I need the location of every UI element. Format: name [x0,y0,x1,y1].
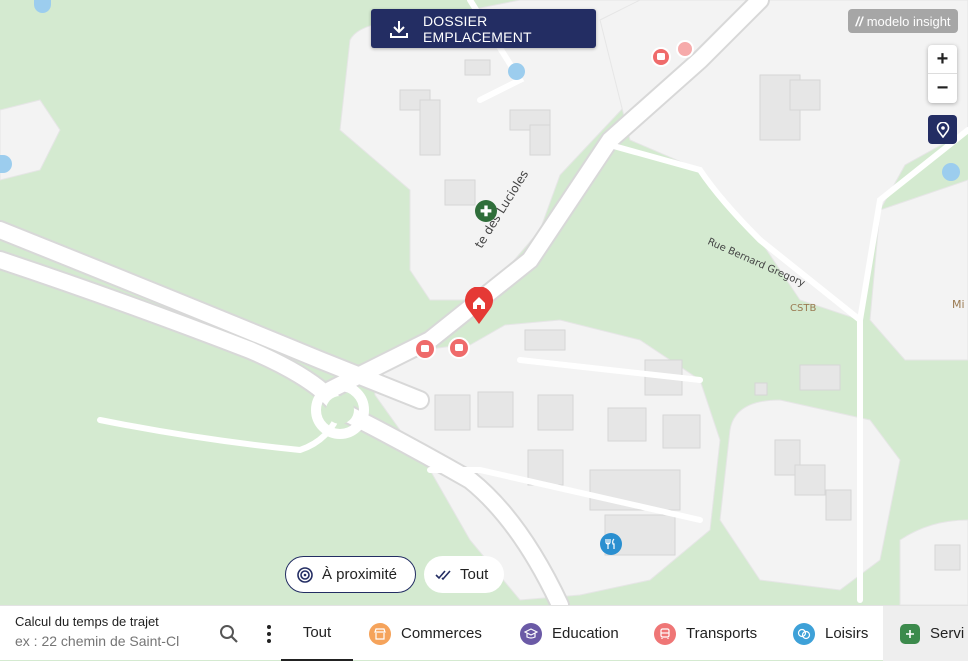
tab-commerces[interactable]: Commerces [369,606,482,661]
target-icon [297,566,313,583]
zoom-out-button[interactable]: − [928,74,957,103]
pharmacy-icon[interactable]: ✚ [475,200,497,222]
tab-label: Education [552,625,619,642]
tab-label: Tout [302,624,332,641]
tab-label: Transports [686,625,758,642]
brand-logo: // modelo insight [848,9,958,33]
theater-masks-icon [793,622,815,645]
download-dossier-label: DOSSIER EMPLACEMENT [423,12,532,45]
all-filter-label: Tout [460,566,489,583]
tab-transports[interactable]: Transports [654,606,757,661]
faded-poi-icon[interactable] [942,163,960,181]
bus-stop-icon[interactable] [676,40,694,58]
faded-poi-icon[interactable] [508,63,525,80]
tab-label: Loisirs [825,625,869,642]
place-label-mi: Mi [952,298,965,311]
search-icon [220,625,238,643]
proximity-filter-button[interactable]: À proximité [285,556,416,593]
vertical-dots-icon [267,625,271,643]
graduation-cap-icon [520,622,542,645]
more-options-button[interactable] [264,624,274,644]
brand-name: modelo insight [866,13,951,29]
zoom-control: + − [928,45,957,103]
download-dossier-button[interactable]: DOSSIER EMPLACEMENT [371,9,596,48]
shop-icon [369,622,391,645]
plus-square-icon [900,623,920,644]
tab-education[interactable]: Education [520,606,619,661]
tab-services[interactable]: Servi [883,606,968,661]
zoom-in-button[interactable]: + [928,45,957,74]
bus-stop-icon[interactable] [414,338,436,360]
search-button[interactable] [219,624,239,644]
travel-time-panel: Calcul du temps de trajet [15,614,205,651]
map[interactable]: te des Lucioles Rue Bernard Gregory CSTB… [0,0,968,605]
home-marker-icon[interactable] [464,287,494,325]
place-label-cstb: CSTB [790,303,817,314]
all-filter-button[interactable]: Tout [424,556,504,593]
restaurant-icon[interactable] [600,533,622,555]
tab-label: Servi [930,625,965,642]
locate-button[interactable] [928,115,957,144]
tab-tout[interactable]: Tout [281,606,353,661]
bus-icon [654,622,676,645]
tab-loisirs[interactable]: Loisirs [793,606,868,661]
proximity-label: À proximité [322,566,398,583]
brand-mark-icon: // [855,13,863,29]
location-pin-icon [936,121,949,138]
tab-label: Commerces [401,625,482,642]
bottom-bar: Calcul du temps de trajet Tout Commerces… [0,605,968,661]
travel-time-title: Calcul du temps de trajet [15,614,159,629]
bus-stop-icon[interactable] [651,47,671,67]
bus-stop-icon[interactable] [448,337,470,359]
double-check-icon [435,567,451,583]
download-icon [389,19,409,39]
address-input[interactable] [15,633,201,649]
